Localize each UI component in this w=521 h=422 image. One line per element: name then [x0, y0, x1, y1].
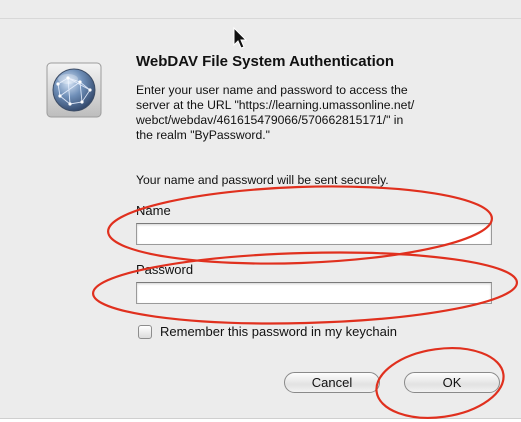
- name-label: Name: [136, 203, 171, 218]
- network-globe-icon: [46, 62, 102, 118]
- auth-dialog: WebDAV File System Authentication Enter …: [0, 0, 521, 419]
- ok-button[interactable]: OK: [404, 372, 500, 393]
- name-field[interactable]: [136, 223, 492, 245]
- secure-note: Your name and password will be sent secu…: [136, 173, 389, 187]
- dialog-title: WebDAV File System Authentication: [136, 53, 395, 70]
- password-label: Password: [136, 262, 194, 277]
- remember-password-label[interactable]: Remember this password in my keychain: [160, 324, 397, 339]
- mouse-pointer-icon: [233, 27, 248, 49]
- window-divider: [0, 18, 521, 19]
- remember-password-checkbox[interactable]: [138, 325, 152, 339]
- cancel-button[interactable]: Cancel: [284, 372, 380, 393]
- dialog-message: Enter your user name and password to acc…: [136, 83, 415, 142]
- password-field[interactable]: [136, 282, 492, 304]
